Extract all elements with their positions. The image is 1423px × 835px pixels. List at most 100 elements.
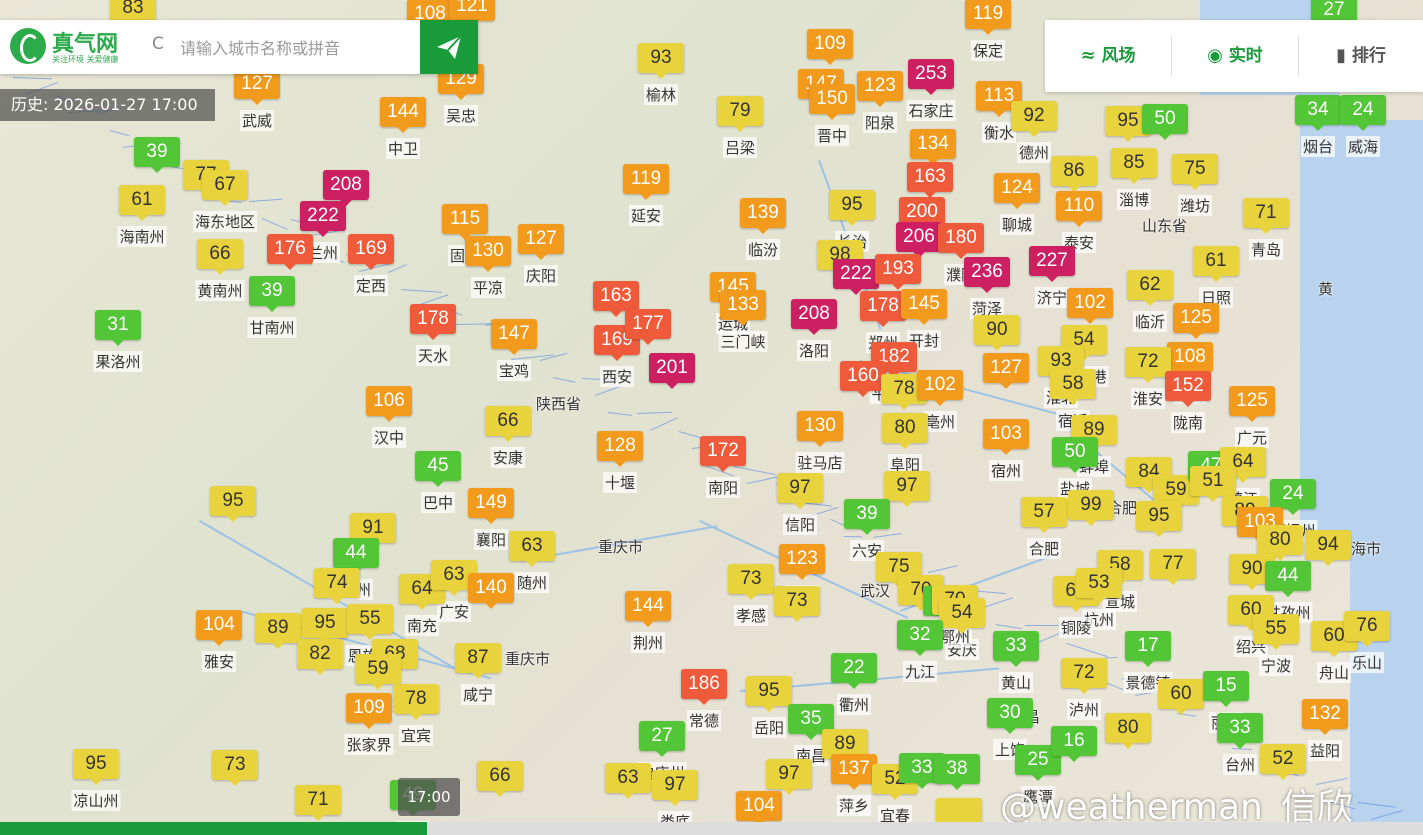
aqi-marker[interactable]: 140 xyxy=(468,573,514,609)
aqi-marker[interactable]: 67 xyxy=(202,170,248,206)
aqi-marker[interactable]: 85 xyxy=(1111,148,1157,184)
search-input[interactable] xyxy=(178,32,417,64)
aqi-marker[interactable]: 24 xyxy=(1270,479,1316,515)
aqi-marker[interactable]: 32 xyxy=(897,620,943,656)
aqi-marker[interactable]: 109 xyxy=(807,29,853,65)
aqi-marker[interactable]: 193 xyxy=(875,254,921,290)
aqi-marker[interactable]: 39 xyxy=(844,499,890,535)
aqi-marker[interactable]: 144 xyxy=(380,97,426,133)
aqi-marker[interactable]: 57 xyxy=(1021,497,1067,533)
aqi-marker[interactable]: 125 xyxy=(1229,386,1275,422)
aqi-marker[interactable]: 222 xyxy=(300,201,346,237)
aqi-marker[interactable]: 94 xyxy=(1305,530,1351,566)
aqi-marker[interactable]: 123 xyxy=(857,71,903,107)
aqi-marker[interactable]: 63 xyxy=(509,531,555,567)
aqi-marker[interactable]: 206 xyxy=(896,222,942,258)
aqi-marker[interactable]: 163 xyxy=(593,281,639,317)
aqi-marker[interactable]: 147 xyxy=(491,319,537,355)
aqi-marker[interactable]: 95 xyxy=(302,608,348,644)
aqi-marker[interactable]: 44 xyxy=(333,538,379,574)
aqi-marker[interactable]: 121 xyxy=(449,0,495,27)
aqi-marker[interactable]: 86 xyxy=(1051,156,1097,192)
aqi-marker[interactable]: 119 xyxy=(965,0,1011,35)
aqi-marker[interactable]: 150 xyxy=(809,84,855,120)
aqi-marker[interactable]: 66 xyxy=(477,761,523,797)
aqi-map[interactable]: 陕西省重庆市山东省武汉长沙南昌合肥海市重庆市黄 鹰潭宜春萍乡株洲娄底遵义凉山州迪… xyxy=(0,0,1423,835)
aqi-marker[interactable]: 79 xyxy=(717,96,763,132)
aqi-marker[interactable]: 55 xyxy=(1253,614,1299,650)
aqi-marker[interactable]: 186 xyxy=(681,669,727,705)
aqi-marker[interactable]: 178 xyxy=(410,304,456,340)
aqi-marker[interactable]: 80 xyxy=(882,413,928,449)
aqi-marker[interactable]: 95 xyxy=(1136,501,1182,537)
aqi-marker[interactable]: 95 xyxy=(829,190,875,226)
search-button[interactable] xyxy=(420,20,478,74)
aqi-marker[interactable]: 60 xyxy=(1158,679,1204,715)
aqi-marker[interactable]: 201 xyxy=(649,353,695,389)
aqi-marker[interactable]: 59 xyxy=(355,654,401,690)
aqi-marker[interactable]: 109 xyxy=(346,693,392,729)
aqi-marker[interactable]: 55 xyxy=(347,604,393,640)
aqi-marker[interactable]: 71 xyxy=(295,785,341,821)
aqi-marker[interactable]: 58 xyxy=(1050,369,1096,405)
aqi-marker[interactable]: 178 xyxy=(860,291,906,327)
aqi-marker[interactable]: 208 xyxy=(791,299,837,335)
aqi-marker[interactable]: 50 xyxy=(1142,104,1188,140)
aqi-marker[interactable]: 89 xyxy=(255,613,301,649)
aqi-marker[interactable]: 51 xyxy=(1190,466,1236,502)
aqi-marker[interactable]: 163 xyxy=(907,162,953,198)
aqi-marker[interactable]: 127 xyxy=(518,224,564,260)
aqi-marker[interactable]: 44 xyxy=(1265,561,1311,597)
ranking-button[interactable]: ▮ 排行 xyxy=(1299,20,1423,92)
aqi-marker[interactable]: 92 xyxy=(1011,101,1057,137)
aqi-marker[interactable]: 236 xyxy=(964,257,1010,293)
aqi-marker[interactable]: 54 xyxy=(939,598,985,634)
aqi-marker[interactable]: 110 xyxy=(1056,191,1102,227)
aqi-marker[interactable]: 39 xyxy=(249,276,295,312)
aqi-marker[interactable]: 22 xyxy=(831,653,877,689)
aqi-marker[interactable]: 72 xyxy=(1061,658,1107,694)
aqi-marker[interactable]: 97 xyxy=(766,759,812,795)
aqi-marker[interactable]: 93 xyxy=(638,43,684,79)
aqi-marker[interactable]: 145 xyxy=(901,289,947,325)
aqi-marker[interactable]: 38 xyxy=(934,754,980,790)
aqi-marker[interactable]: 128 xyxy=(597,431,643,467)
aqi-marker[interactable]: 75 xyxy=(1172,154,1218,190)
aqi-marker[interactable]: 253 xyxy=(908,59,954,95)
aqi-marker[interactable]: 77 xyxy=(1150,549,1196,585)
aqi-marker[interactable]: 137 xyxy=(831,754,877,790)
aqi-marker[interactable]: 50 xyxy=(1052,437,1098,473)
aqi-marker[interactable]: 34 xyxy=(1295,95,1341,131)
aqi-marker[interactable]: 160 xyxy=(840,361,886,397)
aqi-marker[interactable]: 73 xyxy=(774,586,820,622)
aqi-marker[interactable]: 172 xyxy=(700,436,746,472)
aqi-marker[interactable]: 227 xyxy=(1029,246,1075,282)
aqi-marker[interactable]: 80 xyxy=(1105,713,1151,749)
aqi-marker[interactable]: 130 xyxy=(797,411,843,447)
wind-field-button[interactable]: ≈ 风场 xyxy=(1045,20,1171,92)
aqi-marker[interactable]: 90 xyxy=(974,315,1020,351)
aqi-marker[interactable]: 66 xyxy=(485,406,531,442)
aqi-marker[interactable]: 222 xyxy=(833,259,879,295)
aqi-marker[interactable]: 139 xyxy=(740,198,786,234)
aqi-marker[interactable]: 102 xyxy=(1067,288,1113,324)
aqi-marker[interactable]: 95 xyxy=(746,676,792,712)
aqi-marker[interactable]: 180 xyxy=(938,223,984,259)
aqi-marker[interactable]: 24 xyxy=(1340,95,1386,131)
aqi-marker[interactable]: 30 xyxy=(987,698,1033,734)
aqi-marker[interactable]: 52 xyxy=(1260,744,1306,780)
aqi-marker[interactable]: 27 xyxy=(639,721,685,757)
aqi-marker[interactable]: 87 xyxy=(455,643,501,679)
refresh-icon[interactable]: C xyxy=(152,34,164,54)
aqi-marker[interactable]: 66 xyxy=(197,239,243,275)
timeline-bar[interactable] xyxy=(0,822,1423,835)
aqi-marker[interactable]: 76 xyxy=(1344,611,1390,647)
aqi-marker[interactable]: 177 xyxy=(625,309,671,345)
aqi-marker[interactable]: 123 xyxy=(779,544,825,580)
aqi-marker[interactable]: 102 xyxy=(917,370,963,406)
aqi-marker[interactable]: 149 xyxy=(468,488,514,524)
aqi-marker[interactable]: 103 xyxy=(983,419,1029,455)
aqi-marker[interactable]: 82 xyxy=(297,639,343,675)
aqi-marker[interactable]: 134 xyxy=(910,129,956,165)
aqi-marker[interactable]: 39 xyxy=(134,137,180,173)
